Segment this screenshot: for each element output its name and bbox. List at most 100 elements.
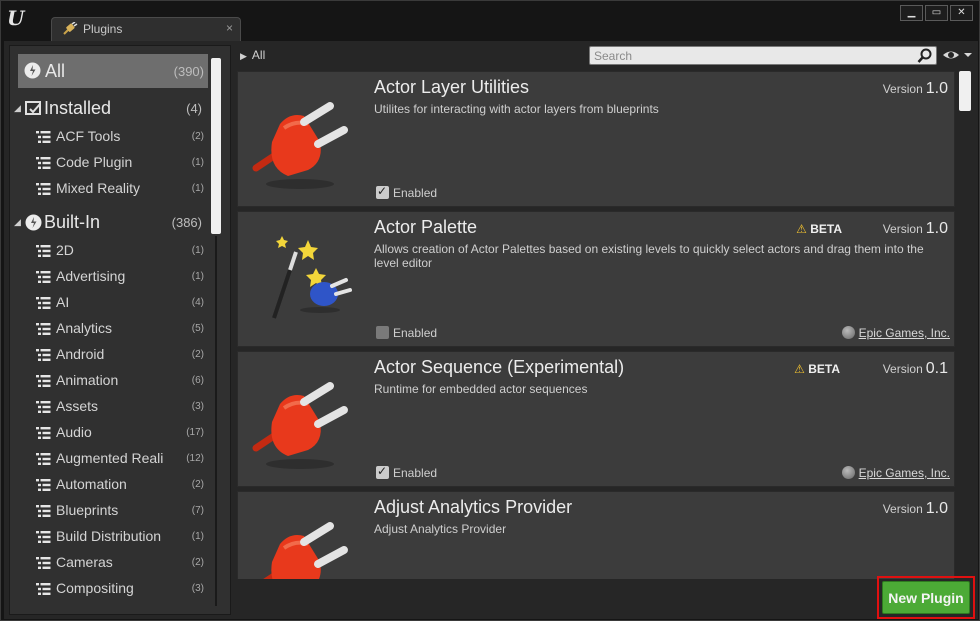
enabled-checkbox[interactable] [376, 184, 389, 199]
sidebar-item[interactable]: Advertising (1) [10, 264, 210, 290]
maximize-button[interactable]: ▭ [925, 5, 948, 21]
warning-icon: ⚠ [794, 362, 805, 376]
close-window-button[interactable]: ✕ [950, 5, 973, 21]
unreal-logo-icon: U [7, 6, 25, 30]
sidebar-item-label: Cameras [56, 554, 113, 570]
plugin-card[interactable]: Actor Sequence (Experimental) Runtime for… [237, 351, 955, 487]
enabled-toggle[interactable]: Enabled [376, 184, 437, 200]
sidebar-item-count: (4) [191, 297, 204, 308]
version-number: 0.1 [925, 360, 948, 377]
creator-link[interactable]: Epic Games, Inc. [841, 326, 950, 340]
expand-arrow-icon[interactable]: ◢ [14, 217, 21, 228]
sidebar-item[interactable]: Animation (6) [10, 368, 210, 394]
sidebar-item-count: (2) [191, 557, 204, 568]
creator-label: Epic Games, Inc. [858, 466, 950, 480]
tab-close-icon[interactable]: × [226, 21, 233, 35]
search-input[interactable] [594, 48, 914, 63]
plugin-card[interactable]: Adjust Analytics Provider Adjust Analytic… [237, 491, 955, 579]
sidebar-item[interactable]: Blueprints (7) [10, 498, 210, 524]
sidebar-item-label: Android [56, 346, 105, 362]
plugin-list[interactable]: Actor Layer Utilities Utilites for intera… [236, 71, 958, 579]
sidebar-scrollbar-track[interactable] [215, 236, 217, 606]
plugin-version: Version 1.0 [883, 220, 948, 238]
expand-arrow-icon[interactable]: ◢ [14, 103, 21, 114]
version-label: Version [882, 222, 923, 236]
plug-icon [263, 522, 348, 579]
list-icon [36, 323, 51, 335]
sidebar-item-count: (6) [191, 375, 204, 386]
sidebar-item[interactable]: AI (4) [10, 290, 210, 316]
sidebar-item-label: Compositing [56, 580, 134, 596]
sidebar-item[interactable]: Build Distribution (1) [10, 524, 210, 550]
built-in-icon [25, 214, 42, 231]
sidebar-item-count: (7) [191, 505, 204, 516]
tab-title: Plugins [83, 22, 123, 36]
enabled-toggle[interactable]: Enabled [376, 464, 437, 480]
list-icon [36, 479, 51, 491]
minimize-button[interactable]: ▁ [900, 5, 923, 21]
sidebar-item-label: Blueprints [56, 502, 119, 518]
sidebar-item-label: Augmented Reali [56, 450, 164, 466]
plugin-card[interactable]: Actor Layer Utilities Utilites for intera… [237, 71, 955, 207]
sidebar-item[interactable]: Audio (17) [10, 420, 210, 446]
beta-badge: ⚠ BETA [796, 222, 842, 236]
plugins-content: All (390) ◢ Installed (4) ACF Tools (2) Co… [4, 41, 978, 619]
plugin-description: Utilites for interacting with actor laye… [374, 102, 659, 116]
breadcrumb[interactable]: ▶ All [240, 48, 265, 62]
creator-link[interactable]: Epic Games, Inc. [841, 466, 950, 480]
sidebar-item[interactable]: Assets (3) [10, 394, 210, 420]
category-installed-count: (4) [186, 101, 202, 116]
sidebar-scrollbar-thumb[interactable] [211, 58, 221, 234]
plugin-icon-box [238, 212, 366, 346]
sidebar-item[interactable]: Mixed Reality (1) [10, 176, 210, 202]
category-installed[interactable]: ◢ Installed (4) [10, 94, 210, 120]
sidebar-item-label: Code Plugin [56, 154, 133, 170]
sidebar-item[interactable]: Android (2) [10, 342, 210, 368]
all-plugins-icon [24, 62, 41, 79]
category-sidebar[interactable]: All (390) ◢ Installed (4) ACF Tools (2) Co… [9, 45, 231, 615]
plug-icon [252, 102, 348, 189]
new-plugin-button[interactable]: New Plugin [882, 581, 970, 614]
sidebar-item-count: (1) [191, 183, 204, 194]
sidebar-item-label: 2D [56, 242, 74, 258]
list-icon [36, 297, 51, 309]
list-icon [36, 505, 51, 517]
sidebar-item[interactable]: Code Plugin (1) [10, 150, 210, 176]
category-built-in[interactable]: ◢ Built-In (386) [10, 208, 210, 234]
plugin-description: Runtime for embedded actor sequences [374, 382, 588, 396]
enabled-checkbox[interactable] [376, 464, 389, 479]
view-options-eye-icon[interactable] [942, 47, 974, 63]
sidebar-item-count: (2) [191, 479, 204, 490]
installed-icon [25, 101, 41, 115]
sidebar-item[interactable]: Automation (2) [10, 472, 210, 498]
plugin-list-scrollbar[interactable] [959, 71, 971, 111]
enabled-checkbox[interactable] [376, 326, 389, 339]
search-icon[interactable] [917, 48, 933, 64]
plugin-icon-box [238, 492, 366, 579]
tab-plugins[interactable]: Plugins × [51, 17, 241, 41]
enabled-toggle[interactable]: Enabled [376, 326, 437, 340]
magic-wand-plug-icon [272, 236, 352, 319]
category-all[interactable]: All (390) [18, 54, 208, 88]
version-label: Version [882, 502, 923, 516]
sidebar-item[interactable]: Analytics (5) [10, 316, 210, 342]
sidebar-item[interactable]: Compositing (3) [10, 576, 210, 602]
sidebar-item-label: Analytics [56, 320, 113, 336]
sidebar-item-count: (17) [186, 427, 204, 438]
list-icon [36, 183, 51, 195]
window-controls: ▁ ▭ ✕ [900, 5, 973, 21]
sidebar-item[interactable]: 2D (1) [10, 238, 210, 264]
sidebar-item-label: Audio [56, 424, 92, 440]
version-number: 1.0 [925, 220, 948, 237]
list-icon [36, 271, 51, 283]
beta-label: BETA [808, 362, 840, 376]
sidebar-item[interactable]: ACF Tools (2) [10, 124, 210, 150]
plugin-card[interactable]: Actor Palette Allows creation of Actor Pa… [237, 211, 955, 347]
sidebar-item[interactable]: Cameras (2) [10, 550, 210, 576]
category-built-in-count: (386) [171, 215, 202, 230]
sidebar-item[interactable]: Augmented Reali (12) [10, 446, 210, 472]
list-icon [36, 349, 51, 361]
globe-icon [841, 326, 855, 339]
category-all-label: All [45, 61, 66, 81]
search-box[interactable] [589, 46, 937, 65]
